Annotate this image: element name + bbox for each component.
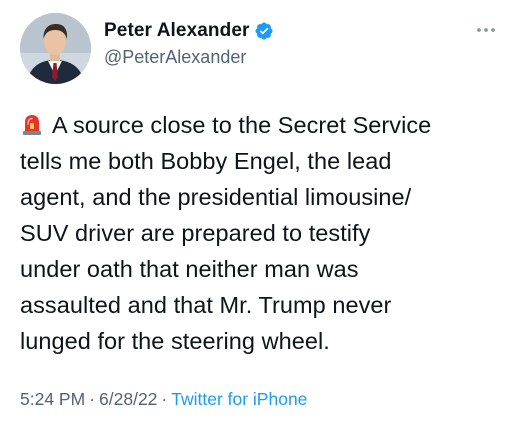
tweet-text-line-2: tells me both Bobby Engel, the lead bbox=[20, 148, 392, 174]
tweet-meta: 5:24 PM · 6/28/22 · Twitter for iPhone bbox=[20, 389, 307, 410]
tweet-text-line: A source close to the Secret Service bbox=[20, 107, 500, 143]
tweet-text-line-4: SUV driver are prepared to testify bbox=[20, 220, 371, 246]
author-name-row: Peter Alexander bbox=[104, 20, 274, 42]
tweet-text-line-6: assaulted and that Mr. Trump never bbox=[20, 292, 392, 318]
tweet-text-line-5: under oath that neither man was bbox=[20, 256, 359, 282]
tweet-card: Peter Alexander @PeterAlexander A source… bbox=[0, 0, 511, 431]
meta-separator: · bbox=[161, 389, 168, 409]
meta-separator: · bbox=[89, 389, 96, 409]
avatar[interactable] bbox=[20, 13, 91, 84]
tweet-time[interactable]: 5:24 PM bbox=[20, 389, 85, 409]
more-options-icon[interactable] bbox=[475, 22, 497, 32]
tweet-text-line-3: agent, and the presidential limousine/ bbox=[20, 184, 412, 210]
tweet-date[interactable]: 6/28/22 bbox=[99, 389, 157, 409]
tweet-source-link[interactable]: Twitter for iPhone bbox=[171, 389, 307, 409]
siren-emoji-icon bbox=[20, 110, 44, 135]
avatar-image bbox=[20, 13, 91, 84]
author-handle[interactable]: @PeterAlexander bbox=[104, 47, 246, 68]
verified-badge-icon bbox=[254, 21, 274, 41]
tweet-text: A source close to the Secret Service tel… bbox=[20, 107, 500, 359]
tweet-text-line-7: lunged for the steering wheel. bbox=[20, 328, 330, 354]
author-display-name[interactable]: Peter Alexander bbox=[104, 20, 249, 42]
tweet-text-line-1: A source close to the Secret Service bbox=[52, 112, 432, 138]
